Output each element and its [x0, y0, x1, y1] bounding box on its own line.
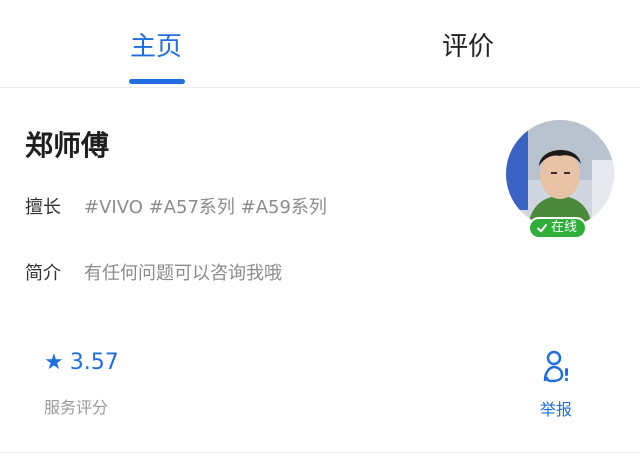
intro-value: 有任何问题可以咨询我哦	[84, 263, 282, 284]
check-icon	[537, 224, 547, 233]
intro-label: 简介	[25, 263, 61, 284]
report-button[interactable]: 举报	[520, 348, 592, 428]
report-icon	[543, 350, 569, 383]
report-label: 举报	[539, 400, 572, 419]
specialty-value: #VIVO #A57系列 #A59系列	[84, 197, 327, 218]
rating-value: 3.57	[69, 350, 119, 375]
divider	[0, 452, 640, 453]
active-tab-indicator	[129, 79, 185, 84]
technician-name: 郑师傅	[25, 129, 110, 162]
specialty-label: 擅长	[25, 197, 61, 218]
tab-home[interactable]: 主页	[76, 26, 236, 63]
tab-reviews[interactable]: 评价	[388, 26, 548, 63]
online-status-text: 在线	[551, 220, 578, 235]
avatar-photo	[506, 120, 614, 228]
technician-profile-page: 主页 评价 郑师傅 擅长 #VIVO #A57系列 #A59系列 简介 有任何问…	[0, 0, 640, 458]
tab-bar: 主页 评价	[0, 6, 640, 88]
online-status-badge: 在线	[528, 217, 588, 239]
star-icon: ★	[44, 349, 64, 375]
rating-label: 服务评分	[44, 398, 109, 417]
service-rating: ★ 3.57	[44, 350, 119, 375]
avatar[interactable]	[506, 120, 614, 228]
